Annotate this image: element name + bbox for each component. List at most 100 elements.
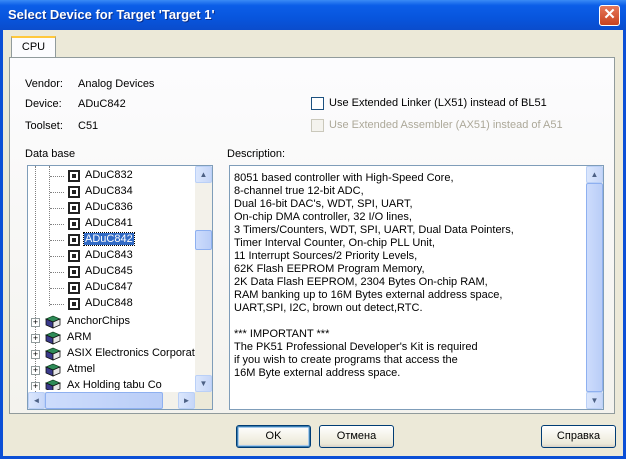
close-button[interactable]: ✕ [599,5,620,26]
scroll-up-button[interactable]: ▲ [586,166,603,183]
tree-device-row[interactable]: ADuC832 [28,168,192,184]
description-line: 8-channel true 12-bit ADC, [234,185,364,197]
device-tree[interactable]: ADuC832 ADuC834 ADuC836 ADuC841 ADuC842 [27,165,213,410]
tree-device-label[interactable]: ADuC836 [85,201,133,213]
description-box[interactable]: 8051 based controller with High-Speed Co… [229,165,604,410]
tree-device-row[interactable]: ADuC847 [28,280,192,296]
tree-device-row[interactable]: ADuC841 [28,216,192,232]
tree-device-label[interactable]: ADuC845 [85,265,133,277]
tree-device-label[interactable]: ADuC834 [85,185,133,197]
cancel-button[interactable]: Отмена [319,425,394,448]
book-icon [45,331,61,345]
description-line: 62K Flash EEPROM Program Memory, [234,263,425,275]
description-line: *** IMPORTANT *** [234,328,330,340]
chip-icon [68,186,80,198]
tree-device-label[interactable]: ADuC841 [85,217,133,229]
tree-device-row[interactable]: ADuC843 [28,248,192,264]
tree-device-row-selected[interactable]: ADuC842 [28,232,192,248]
tree-connector [50,224,64,225]
device-value: ADuC842 [78,98,126,110]
tree-connector [50,192,64,193]
book-icon [45,347,61,361]
tree-connector [50,208,64,209]
tree-vendor-label[interactable]: Ax Holding tabu Co [67,379,162,390]
tree-connector [50,240,64,241]
database-label: Data base [25,148,76,160]
tree-device-label[interactable]: ADuC847 [85,281,133,293]
ok-button[interactable]: OK [236,425,311,448]
tree-device-label[interactable]: ADuC832 [85,169,133,181]
tree-device-row[interactable]: ADuC848 [28,296,192,312]
scroll-down-button[interactable]: ▼ [586,392,603,409]
scroll-left-button[interactable]: ◄ [28,392,45,409]
extended-linker-checkbox[interactable] [311,97,324,110]
help-button[interactable]: Справка [541,425,616,448]
expand-icon[interactable]: + [31,366,40,375]
description-line: RAM banking up to 16M Bytes external add… [234,289,503,301]
tree-device-row[interactable]: ADuC834 [28,184,192,200]
device-label: Device: [25,98,62,110]
tree-vendor-row[interactable]: + Atmel [28,362,192,378]
description-vertical-scrollbar[interactable]: ▲ ▼ [586,166,603,409]
tree-connector [50,304,64,305]
description-line: UART,SPI, I2C, brown out detect,RTC. [234,302,423,314]
chip-icon [68,202,80,214]
tree-vendor-label[interactable]: ASIX Electronics Corporat [67,347,195,359]
chip-icon [68,298,80,310]
tree-vendor-row[interactable]: + ARM [28,330,192,346]
tree-horizontal-scrollbar[interactable]: ◄ ► [28,392,195,409]
description-line: Dual 16-bit DAC's, WDT, SPI, UART, [234,198,413,210]
book-icon [45,379,61,390]
expand-icon[interactable]: + [31,382,40,390]
scroll-thumb[interactable] [195,230,212,250]
tree-device-label-selected[interactable]: ADuC842 [83,232,135,246]
description-line: 16M Byte external address space. [234,367,401,379]
tree-vendor-row[interactable]: + ASIX Electronics Corporat [28,346,195,362]
scroll-up-button[interactable]: ▲ [195,166,212,183]
scroll-down-button[interactable]: ▼ [195,375,212,392]
chip-icon [68,170,80,182]
window-title: Select Device for Target 'Target 1' [8,7,215,22]
window-border-left [0,30,3,459]
tab-cpu[interactable]: CPU [11,36,56,58]
description-line: The PK51 Professional Developer's Kit is… [234,341,478,353]
book-icon [45,315,61,329]
chip-icon [68,266,80,278]
extended-assembler-checkbox [311,119,324,132]
tree-device-row[interactable]: ADuC836 [28,200,192,216]
chip-icon [68,234,80,246]
tree-vendor-row-partial[interactable]: + Ax Holding tabu Co [28,378,192,390]
tree-device-label[interactable]: ADuC843 [85,249,133,261]
vendor-label: Vendor: [25,78,63,90]
book-icon [45,363,61,377]
tree-vendor-row[interactable]: + AnchorChips [28,314,192,330]
chip-icon [68,282,80,294]
chip-icon [68,250,80,262]
scroll-thumb[interactable] [586,183,603,392]
tree-vendor-label[interactable]: Atmel [67,363,95,375]
description-line: 8051 based controller with High-Speed Co… [234,172,454,184]
scroll-right-button[interactable]: ► [178,392,195,409]
description-label: Description: [227,148,286,160]
description-line: Timer Interval Counter, On-chip PLL Unit… [234,237,435,249]
tree-vendor-label[interactable]: AnchorChips [67,315,130,327]
tree-device-row[interactable]: ADuC845 [28,264,192,280]
title-bar[interactable]: Select Device for Target 'Target 1' ✕ [0,0,626,30]
tree-vendor-label[interactable]: ARM [67,331,91,343]
expand-icon[interactable]: + [31,350,40,359]
expand-icon[interactable]: + [31,334,40,343]
scroll-corner [195,392,212,409]
dialog-window: Select Device for Target 'Target 1' ✕ CP… [0,0,626,459]
vendor-value: Analog Devices [78,78,155,90]
expand-icon[interactable]: + [31,318,40,327]
tree-connector [50,272,64,273]
description-line: if you wish to create programs that acce… [234,354,458,366]
extended-assembler-label: Use Extended Assembler (AX51) instead of… [329,119,563,131]
extended-linker-label[interactable]: Use Extended Linker (LX51) instead of BL… [329,97,547,109]
tree-connector [50,176,64,177]
tree-vertical-scrollbar[interactable]: ▲ ▼ [195,166,212,392]
chip-icon [68,218,80,230]
description-line: 3 Timers/Counters, WDT, SPI, UART, Dual … [234,224,514,236]
tree-device-label[interactable]: ADuC848 [85,297,133,309]
hscroll-thumb[interactable] [45,392,163,409]
